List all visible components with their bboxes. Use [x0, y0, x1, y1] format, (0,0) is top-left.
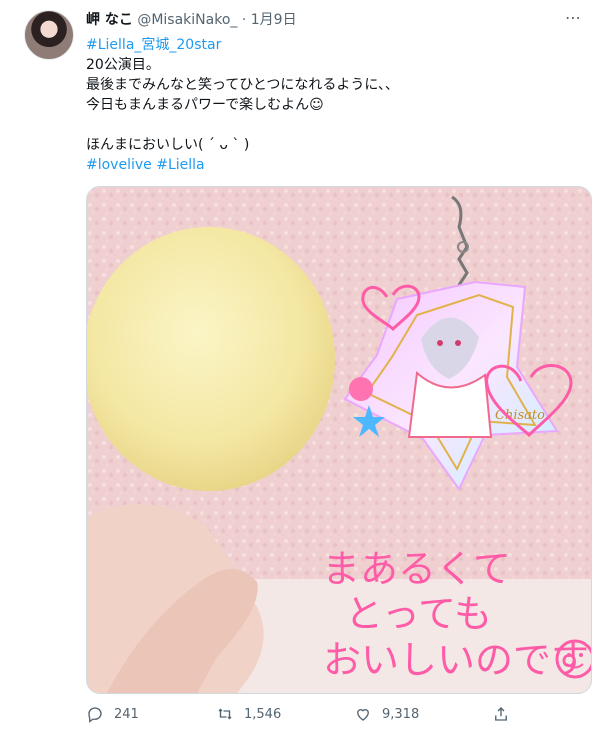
reply-button[interactable]: 241: [86, 702, 139, 726]
handwriting-line-2: とっても: [345, 592, 492, 636]
reply-icon: [88, 707, 102, 723]
tweet-line: 最後までみんなと笑ってひとつになれるように、、: [86, 77, 399, 93]
share-icon: [495, 707, 507, 721]
tweet-photo[interactable]: Chisato まあるくて とっても おいしいのです: [86, 186, 592, 694]
author-name[interactable]: 岬 なこ: [86, 12, 133, 28]
melon-bun: [87, 227, 335, 491]
tweet-actions: 241 1,546 9,318: [86, 702, 526, 726]
avatar[interactable]: [24, 10, 74, 60]
reply-count: 241: [114, 706, 139, 722]
character-eye-left: [437, 340, 443, 346]
smiley-eye-left: [567, 653, 571, 657]
like-button[interactable]: 9,318: [354, 702, 419, 726]
more-icon[interactable]: ⋯: [563, 10, 583, 32]
share-button[interactable]: [492, 702, 510, 726]
like-icon: [357, 709, 369, 721]
line-spacer: [86, 115, 576, 135]
tweet-line: 20公演目。: [86, 57, 160, 73]
tweet-line: 今日もまんまるパワーで楽しむよん☺︎: [86, 97, 324, 113]
tweet-text: #Liella_宮城_20star 20公演目。 最後までみんなと笑ってひとつに…: [86, 35, 576, 175]
smiley-eye-right: [579, 653, 583, 657]
pink-balloon: [349, 377, 373, 401]
tweet-date[interactable]: 1月9日: [251, 12, 297, 28]
hashtag-lovelive[interactable]: #lovelive: [86, 157, 152, 173]
hashtag-link[interactable]: #Liella_宮城_20star: [86, 35, 576, 55]
photo-illustration: Chisato まあるくて とっても おいしいのです: [87, 187, 591, 693]
retweet-button[interactable]: 1,546: [216, 702, 281, 726]
like-count: 9,318: [382, 706, 420, 722]
tweet-card: 岬 なこ @MisakiNako_ · 1月9日 ⋯ #Liella_宮城_20…: [0, 0, 599, 736]
tweet-header: 岬 なこ @MisakiNako_ · 1月9日: [86, 11, 297, 29]
handwriting-line-1: まあるくて: [322, 547, 511, 591]
separator: ·: [241, 12, 247, 28]
author-handle[interactable]: @MisakiNako_: [137, 12, 237, 28]
retweet-count: 1,546: [244, 706, 282, 722]
hashtag-liella[interactable]: #Liella: [156, 157, 204, 173]
handwriting-line-3: おいしいのです: [323, 638, 589, 682]
retweet-icon: [218, 708, 232, 720]
hashtag-row: #lovelive #Liella: [86, 155, 576, 175]
character-eye-right: [455, 340, 461, 346]
tweet-line: ほんまにおいしい( ´ ᴗ ` ): [86, 137, 250, 153]
